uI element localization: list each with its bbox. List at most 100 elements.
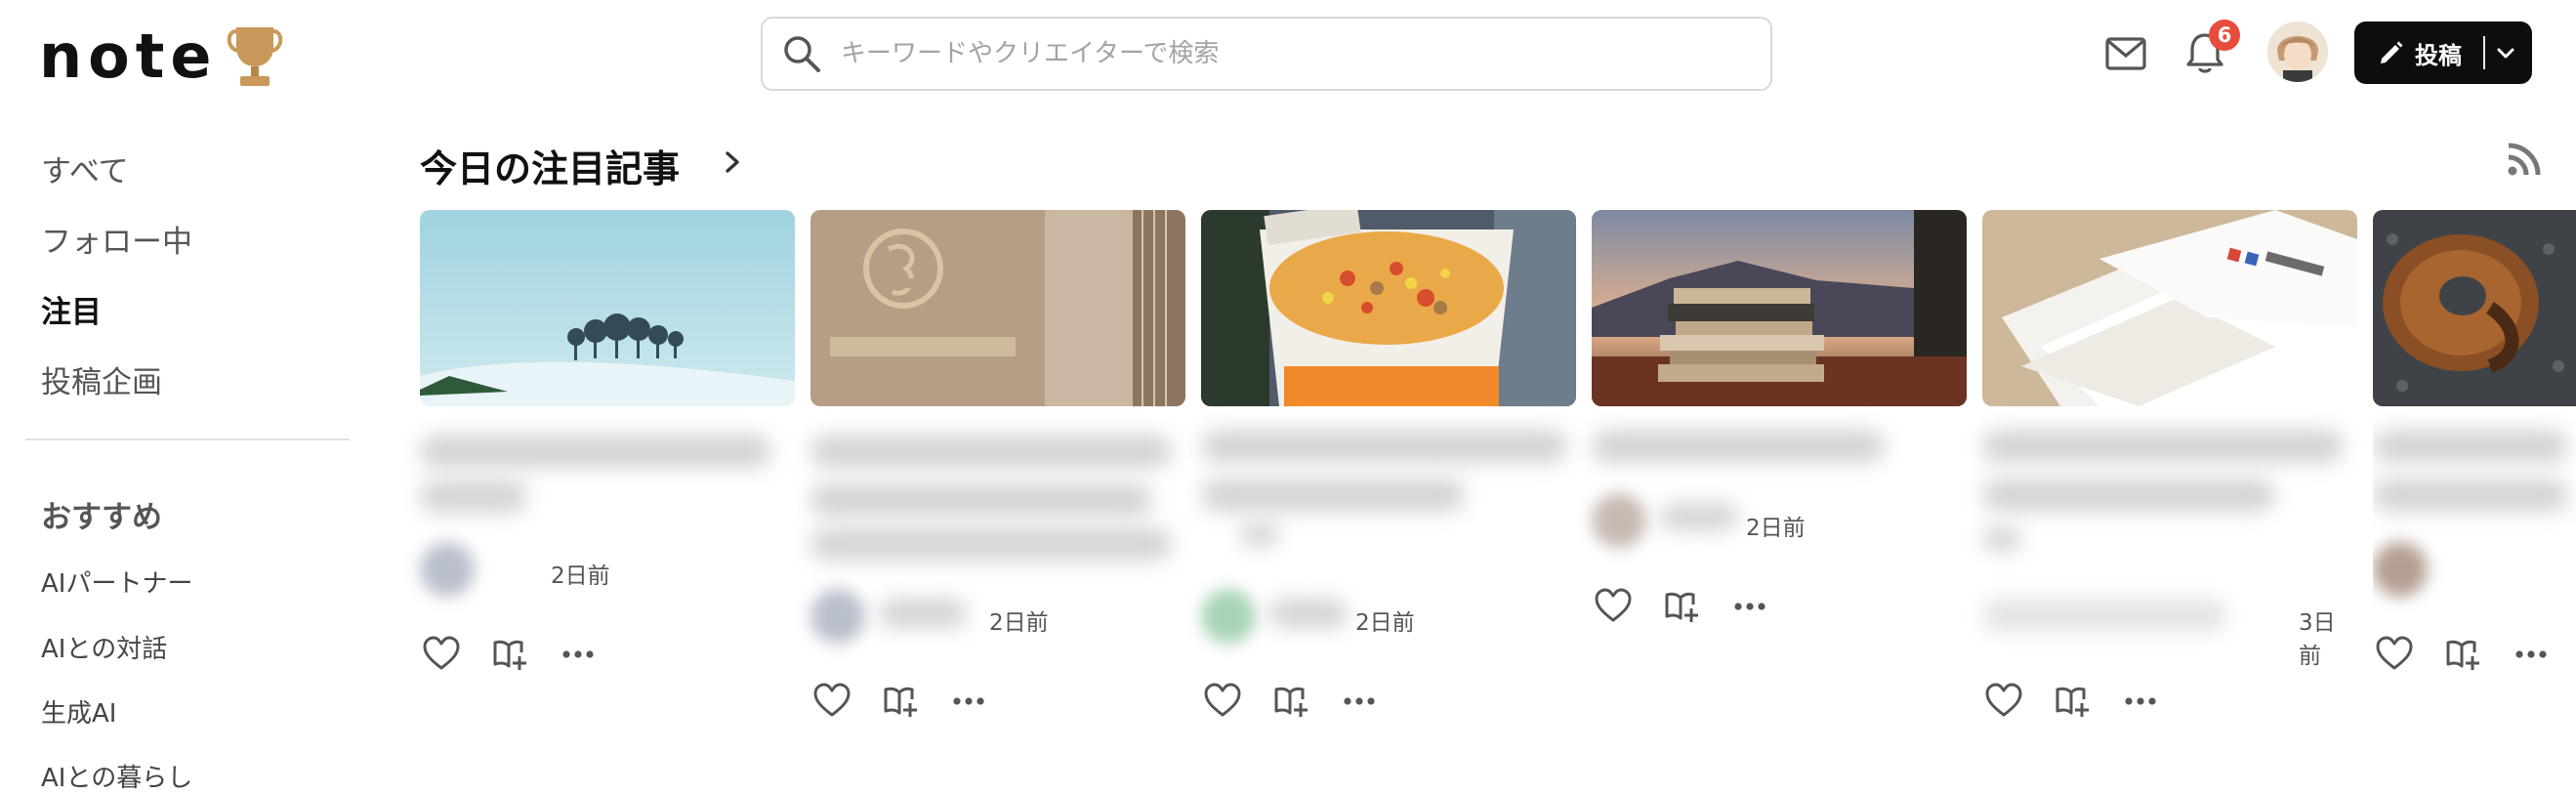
blurred-title xyxy=(1982,479,2275,512)
blurred-title xyxy=(810,527,1172,561)
sidebar: すべて フォロー中 注目 投稿企画 おすすめ AIパートナー AIとの対話 生成… xyxy=(0,109,352,793)
card-actions xyxy=(422,635,627,674)
sidebar-item-ai-dialogue[interactable]: AIとの対話 xyxy=(41,629,167,665)
thumb-papers-with-text xyxy=(1982,210,2357,406)
article-card[interactable] xyxy=(2373,210,2576,772)
card-actions xyxy=(1203,682,1408,721)
blurred-title xyxy=(1592,430,1885,463)
heart-icon[interactable] xyxy=(812,682,852,721)
add-to-magazine-icon[interactable] xyxy=(2443,635,2482,674)
search-input[interactable] xyxy=(839,38,1770,69)
heart-icon[interactable] xyxy=(1594,587,1633,626)
card-thumbnail[interactable] xyxy=(420,210,795,406)
more-options-icon[interactable] xyxy=(2512,635,2551,674)
card-actions xyxy=(1594,587,1799,626)
blurred-title xyxy=(420,480,527,513)
post-time: 2日前 xyxy=(551,564,610,589)
card-actions xyxy=(812,682,1018,721)
blurred-author-avatar xyxy=(420,542,475,597)
post-time: 3日前 xyxy=(2299,610,2336,669)
card-thumbnail[interactable] xyxy=(1982,210,2357,406)
sidebar-item-contests[interactable]: 投稿企画 xyxy=(41,357,162,401)
note-logo[interactable]: note xyxy=(39,21,285,92)
post-button[interactable]: 投稿 xyxy=(2354,21,2532,84)
search-icon xyxy=(784,36,820,72)
post-button-divider xyxy=(2483,36,2485,69)
card-thumbnail[interactable] xyxy=(1201,210,1576,406)
notification-badge: 6 xyxy=(2209,20,2240,51)
thumb-cup-noodle xyxy=(1201,210,1576,406)
post-button-label: 投稿 xyxy=(2415,41,2462,69)
more-options-icon[interactable] xyxy=(949,682,988,721)
blurred-title xyxy=(1201,430,1567,463)
article-card[interactable]: 3日前 xyxy=(1982,210,2357,772)
chevron-right-icon[interactable] xyxy=(719,148,746,176)
sidebar-item-ai-partner[interactable]: AIパートナー xyxy=(41,564,192,600)
rss-icon[interactable] xyxy=(2506,141,2543,178)
card-actions xyxy=(1984,682,2189,721)
header: note 6 xyxy=(0,0,2576,109)
blurred-title xyxy=(1201,479,1465,512)
article-card[interactable]: 2日前 xyxy=(810,210,1185,772)
thumb-donut xyxy=(2373,210,2576,406)
thumb-jal-lounge-sign xyxy=(810,210,1185,406)
user-avatar[interactable] xyxy=(2267,21,2328,82)
chevron-down-icon[interactable] xyxy=(2495,42,2516,63)
blurred-title xyxy=(1240,522,1279,546)
heart-icon[interactable] xyxy=(422,635,461,674)
article-card[interactable]: 2日前 xyxy=(420,210,795,772)
sidebar-item-all[interactable]: すべて xyxy=(41,146,129,190)
card-actions xyxy=(2375,635,2576,674)
blurred-author-avatar xyxy=(2373,542,2428,597)
more-options-icon[interactable] xyxy=(2121,682,2160,721)
recommend-heading: おすすめ xyxy=(41,500,162,535)
mail-icon[interactable] xyxy=(2104,34,2147,73)
blurred-author-avatar xyxy=(810,589,865,644)
post-time: 2日前 xyxy=(1355,610,1415,636)
blurred-author-name xyxy=(1982,599,2226,632)
sidebar-item-generative-ai[interactable]: 生成AI xyxy=(41,693,116,730)
avatar-image xyxy=(2267,21,2328,82)
blurred-author-avatar xyxy=(1592,493,1646,548)
add-to-magazine-icon[interactable] xyxy=(490,635,529,674)
blurred-title xyxy=(420,435,771,468)
add-to-magazine-icon[interactable] xyxy=(2053,682,2092,721)
sidebar-item-featured[interactable]: 注目 xyxy=(41,287,102,331)
blurred-title xyxy=(810,483,1152,517)
sidebar-item-ai-life[interactable]: AIとの暮らし xyxy=(41,758,192,794)
logo-text: note xyxy=(39,21,218,92)
more-options-icon[interactable] xyxy=(1340,682,1379,721)
trophy-icon xyxy=(228,27,283,86)
blurred-title xyxy=(2373,479,2568,512)
section-title[interactable]: 今日の注目記事 xyxy=(420,139,680,192)
card-thumbnail[interactable] xyxy=(2373,210,2576,406)
blurred-title xyxy=(1982,527,2021,551)
article-card[interactable]: 2日前 xyxy=(1201,210,1576,772)
thumb-books-window-sunset xyxy=(1592,210,1967,406)
card-thumbnail[interactable] xyxy=(810,210,1185,406)
add-to-magazine-icon[interactable] xyxy=(881,682,920,721)
blurred-author-avatar xyxy=(1201,589,1256,644)
add-to-magazine-icon[interactable] xyxy=(1662,587,1701,626)
blurred-title xyxy=(2373,430,2568,463)
blurred-author-name xyxy=(1660,503,1738,530)
more-options-icon[interactable] xyxy=(1730,587,1769,626)
thumb-snowy-trees xyxy=(420,210,795,406)
blurred-author-name xyxy=(1269,599,1348,628)
sidebar-item-following[interactable]: フォロー中 xyxy=(41,217,192,261)
search-box[interactable] xyxy=(761,17,1772,91)
heart-icon[interactable] xyxy=(1203,682,1242,721)
pencil-icon xyxy=(2381,41,2403,63)
heart-icon[interactable] xyxy=(2375,635,2414,674)
card-thumbnail[interactable] xyxy=(1592,210,1967,406)
blurred-title xyxy=(810,435,1172,468)
post-time: 2日前 xyxy=(989,610,1049,636)
blurred-title xyxy=(1982,430,2344,463)
article-card[interactable]: 2日前 xyxy=(1592,210,1967,772)
sidebar-divider xyxy=(25,439,350,440)
blurred-author-name xyxy=(879,599,967,628)
more-options-icon[interactable] xyxy=(559,635,598,674)
post-time: 2日前 xyxy=(1746,516,1806,541)
heart-icon[interactable] xyxy=(1984,682,2023,721)
add-to-magazine-icon[interactable] xyxy=(1271,682,1310,721)
